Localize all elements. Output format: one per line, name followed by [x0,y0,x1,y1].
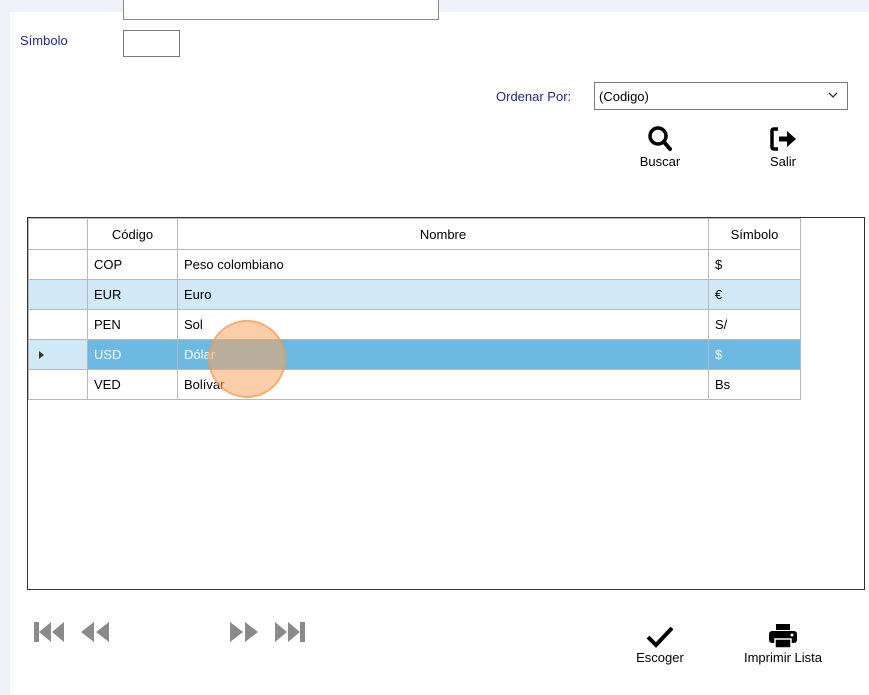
imprimir-lista-label: Imprimir Lista [743,650,822,665]
simbolo-field[interactable] [123,30,180,57]
imprimir-lista-button[interactable]: Imprimir Lista [736,622,830,665]
cell-nombre[interactable]: Peso colombiano [177,249,709,280]
row-header[interactable] [28,339,88,370]
salir-button[interactable]: Salir [760,124,806,169]
row-header[interactable] [28,309,88,340]
currency-grid[interactable]: Código Nombre Símbolo COP Peso colombian… [27,217,865,590]
buscar-button[interactable]: Buscar [632,124,688,169]
row-header[interactable] [28,279,88,310]
ordenar-label: Ordenar Por: [496,89,572,104]
next-record-icon[interactable] [227,620,261,644]
name-field[interactable] [123,0,439,20]
click-indicator [208,320,286,398]
current-row-indicator-icon [39,351,44,359]
currency-table: Código Nombre Símbolo COP Peso colombian… [28,218,801,400]
cell-codigo[interactable]: VED [87,369,178,400]
previous-record-icon[interactable] [78,620,112,644]
checkmark-icon [646,626,674,648]
salir-label: Salir [769,154,796,169]
buscar-label: Buscar [639,154,681,169]
cell-simbolo[interactable]: $ [708,339,801,370]
escoger-label: Escoger [636,650,684,665]
table-row[interactable]: PEN Sol S/ [28,309,801,340]
simbolo-label: Símbolo [20,33,68,48]
column-header-simbolo[interactable]: Símbolo [708,218,801,250]
printer-icon [769,624,797,649]
table-row[interactable]: EUR Euro € [28,279,801,310]
cell-codigo[interactable]: COP [87,249,178,280]
first-record-icon[interactable] [32,620,66,644]
ordenar-selected-value: (Codigo) [599,89,649,104]
escoger-button[interactable]: Escoger [626,624,694,665]
chevron-down-icon [828,92,838,98]
ordenar-select[interactable]: (Codigo) [594,82,848,110]
cell-simbolo[interactable]: S/ [708,309,801,340]
table-row[interactable]: VED Bolívar Bs [28,369,801,400]
cell-simbolo[interactable]: Bs [708,369,801,400]
cell-simbolo[interactable]: $ [708,249,801,280]
column-header-codigo[interactable]: Código [87,218,178,250]
column-header-nombre[interactable]: Nombre [177,218,709,250]
row-header-corner [28,218,88,250]
cell-nombre[interactable]: Euro [177,279,709,310]
cell-simbolo[interactable]: € [708,279,801,310]
table-row[interactable]: COP Peso colombiano $ [28,249,801,280]
exit-icon [770,127,796,151]
search-icon [648,126,672,151]
row-header[interactable] [28,369,88,400]
last-record-icon[interactable] [273,620,307,644]
row-header[interactable] [28,249,88,280]
table-header-row: Código Nombre Símbolo [28,218,801,250]
cell-codigo[interactable]: USD [87,339,178,370]
cell-codigo[interactable]: PEN [87,309,178,340]
table-row-selected[interactable]: USD Dólar $ [28,339,801,370]
cell-codigo[interactable]: EUR [87,279,178,310]
